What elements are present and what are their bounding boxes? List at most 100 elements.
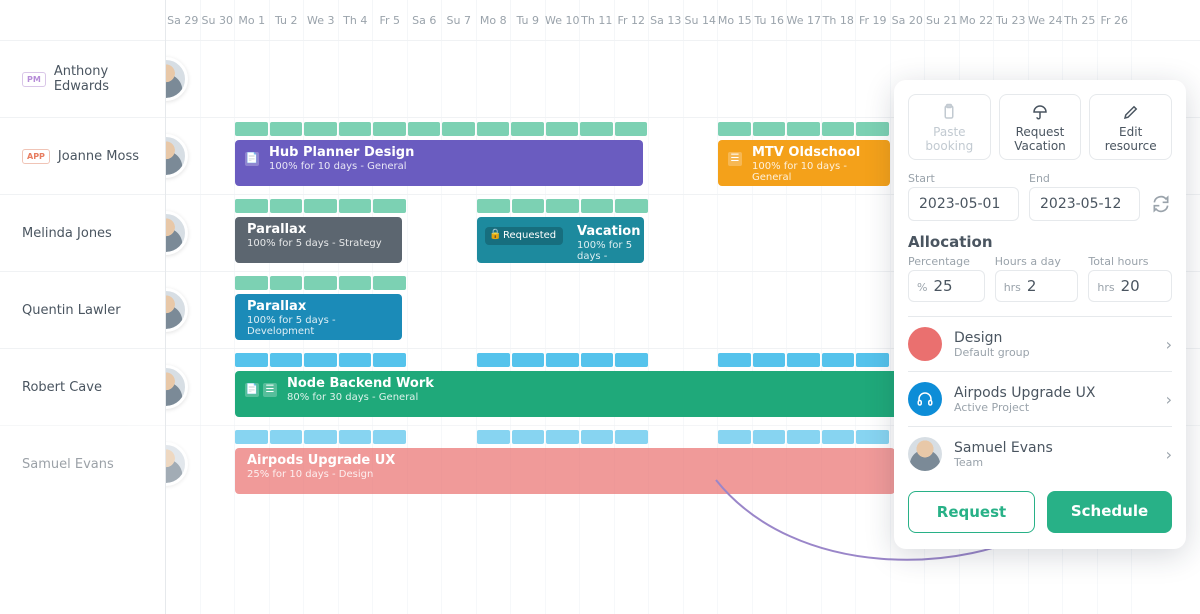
- capacity-strip: [477, 199, 648, 213]
- date-cell: Sa 6: [408, 0, 443, 40]
- capacity-strip: [718, 122, 889, 136]
- booking-panel: Paste booking Request Vacation Edit reso…: [894, 80, 1186, 549]
- date-header: Sa 29Su 30Mo 1Tu 2We 3Th 4Fr 5Sa 6Su 7Mo…: [166, 0, 1200, 40]
- allocation-heading: Allocation: [908, 233, 1172, 251]
- booking-subtitle: 100% for 5 days - Strategy: [247, 238, 392, 250]
- date-cell: Sa 13: [649, 0, 684, 40]
- link-title: Airpods Upgrade UX: [954, 385, 1154, 401]
- booking-mtv[interactable]: ☰ MTV Oldschool 100% for 10 days - Gener…: [718, 140, 890, 186]
- booking-parallax-strategy[interactable]: Parallax 100% for 5 days - Strategy: [235, 217, 402, 263]
- date-cell: Su 7: [442, 0, 477, 40]
- date-cell: We 10: [546, 0, 581, 40]
- note-icon: 📄: [245, 383, 259, 397]
- capacity-strip: [235, 430, 406, 444]
- link-sub: Team: [954, 456, 1154, 469]
- hours-input[interactable]: hrs2: [995, 270, 1079, 302]
- date-cell: Tu 16: [753, 0, 788, 40]
- booking-subtitle: 100% for 5 days - Development: [247, 315, 392, 338]
- date-cell: Th 11: [580, 0, 615, 40]
- action-label: Request Vacation: [1004, 125, 1077, 153]
- booking-parallax-dev[interactable]: Parallax 100% for 5 days - Development: [235, 294, 402, 340]
- resource-name: Samuel Evans: [22, 457, 114, 472]
- schedule-button[interactable]: Schedule: [1047, 491, 1172, 533]
- headphones-icon: [908, 382, 942, 416]
- resource-row-melinda[interactable]: Melinda Jones: [0, 194, 165, 271]
- capacity-strip: [235, 353, 406, 367]
- resource-name: Robert Cave: [22, 380, 102, 395]
- link-title: Samuel Evans: [954, 440, 1154, 456]
- total-input[interactable]: hrs20: [1088, 270, 1172, 302]
- link-project[interactable]: Airpods Upgrade UXActive Project ›: [908, 371, 1172, 426]
- end-date-input[interactable]: 2023-05-12: [1029, 187, 1140, 221]
- action-label: Edit resource: [1094, 125, 1167, 153]
- resource-row-joanne[interactable]: APP Joanne Moss: [0, 117, 165, 194]
- resource-name: Anthony Edwards: [54, 64, 165, 94]
- sync-icon[interactable]: [1150, 193, 1172, 215]
- date-cell: Tu 9: [511, 0, 546, 40]
- date-cell: Th 4: [339, 0, 374, 40]
- booking-title: Vacation: [577, 225, 634, 240]
- avatar: [166, 57, 188, 101]
- booking-title: Parallax: [247, 300, 392, 315]
- avatar: [166, 288, 188, 332]
- date-cell: We 3: [304, 0, 339, 40]
- capacity-strip: [718, 353, 889, 367]
- link-design[interactable]: DesignDefault group ›: [908, 316, 1172, 371]
- resource-name: Joanne Moss: [58, 149, 139, 164]
- booking-title: Airpods Upgrade UX: [247, 454, 885, 469]
- booking-title: MTV Oldschool: [752, 146, 880, 161]
- date-cell: Sa 29: [166, 0, 201, 40]
- booking-subtitle: 25% for 10 days - Design: [247, 469, 885, 481]
- booking-title: Hub Planner Design: [269, 146, 633, 161]
- booking-subtitle: 100% for 5 days - General: [577, 240, 634, 263]
- percentage-label: Percentage: [908, 255, 985, 268]
- list-icon: ☰: [263, 383, 277, 397]
- date-cell: Su 21: [925, 0, 960, 40]
- capacity-strip: [235, 199, 406, 213]
- chevron-right-icon: ›: [1166, 390, 1172, 409]
- pencil-icon: [1122, 103, 1140, 121]
- booking-airpods-ux[interactable]: Airpods Upgrade UX 25% for 10 days - Des…: [235, 448, 895, 494]
- menu-icon: ☰: [728, 152, 742, 166]
- requested-tag: Requested: [485, 227, 563, 245]
- booking-subtitle: 100% for 10 days - General: [752, 161, 880, 184]
- paste-booking-button[interactable]: Paste booking: [908, 94, 991, 160]
- link-title: Design: [954, 330, 1154, 346]
- resource-name-column: PM Anthony Edwards APP Joanne Moss Melin…: [0, 0, 166, 614]
- total-label: Total hours: [1088, 255, 1172, 268]
- end-label: End: [1029, 172, 1140, 185]
- avatar: [166, 442, 188, 486]
- avatar: [166, 211, 188, 255]
- date-cell: Th 25: [1063, 0, 1098, 40]
- date-cell: We 17: [787, 0, 822, 40]
- date-cell: Fr 5: [373, 0, 408, 40]
- date-cell: Tu 2: [270, 0, 305, 40]
- date-cell: Tu 23: [994, 0, 1029, 40]
- link-team[interactable]: Samuel EvansTeam ›: [908, 426, 1172, 481]
- date-cell: Mo 22: [960, 0, 995, 40]
- booking-vacation[interactable]: Requested Vacation 100% for 5 days - Gen…: [477, 217, 644, 263]
- note-icon: 📄: [245, 152, 259, 166]
- resource-row-samuel[interactable]: Samuel Evans: [0, 425, 165, 502]
- resource-row-quentin[interactable]: Quentin Lawler: [0, 271, 165, 348]
- start-date-input[interactable]: 2023-05-01: [908, 187, 1019, 221]
- resource-row-robert[interactable]: Robert Cave: [0, 348, 165, 425]
- date-cell: Sa 20: [891, 0, 926, 40]
- capacity-strip: [477, 430, 648, 444]
- date-cell: Fr 19: [856, 0, 891, 40]
- link-sub: Default group: [954, 346, 1154, 359]
- date-cell: Mo 15: [718, 0, 753, 40]
- date-cell: Fr 26: [1098, 0, 1133, 40]
- request-vacation-button[interactable]: Request Vacation: [999, 94, 1082, 160]
- chevron-right-icon: ›: [1166, 335, 1172, 354]
- percentage-input[interactable]: %25: [908, 270, 985, 302]
- capacity-strip: [718, 430, 889, 444]
- resource-row-anthony[interactable]: PM Anthony Edwards: [0, 40, 165, 117]
- request-button[interactable]: Request: [908, 491, 1035, 533]
- booking-hub-planner[interactable]: 📄 Hub Planner Design 100% for 10 days - …: [235, 140, 643, 186]
- date-cell: Fr 12: [615, 0, 650, 40]
- booking-title: Parallax: [247, 223, 392, 238]
- capacity-strip: [235, 122, 647, 136]
- edit-resource-button[interactable]: Edit resource: [1089, 94, 1172, 160]
- start-label: Start: [908, 172, 1019, 185]
